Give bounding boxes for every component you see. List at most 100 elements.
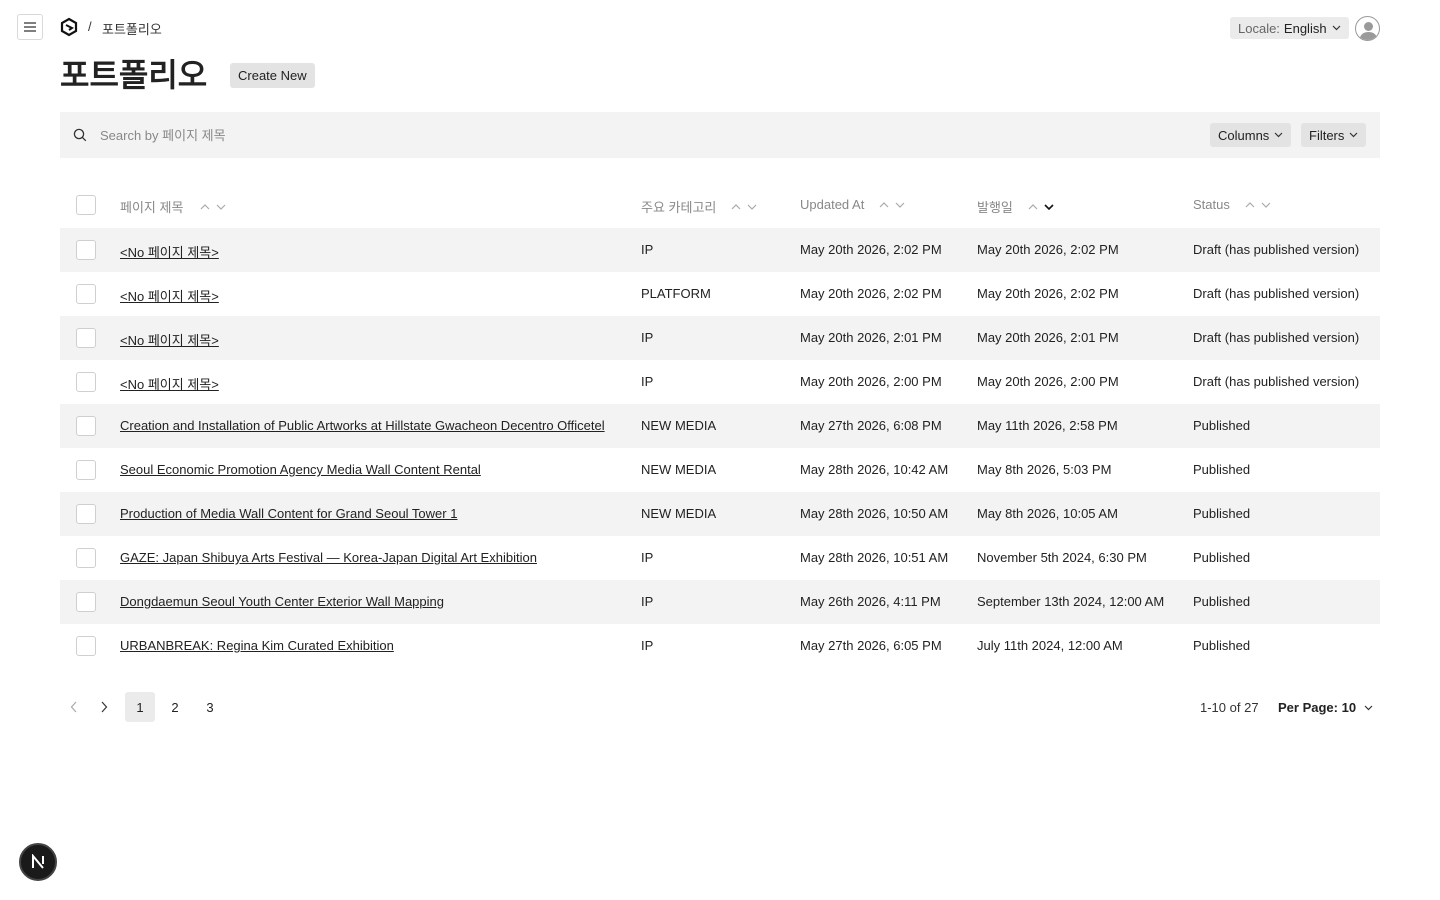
row-publish-date: May 20th 2026, 2:01 PM (977, 330, 1119, 345)
nextjs-logo-icon (32, 854, 44, 869)
page-button-1[interactable]: 1 (125, 692, 155, 722)
row-title-link[interactable]: URBANBREAK: Regina Kim Curated Exhibitio… (120, 638, 394, 653)
row-checkbox[interactable] (76, 284, 96, 304)
row-title-link[interactable]: <No 페이지 제목> (120, 286, 219, 305)
chevron-right-icon[interactable] (100, 701, 108, 713)
sort-ascending-icon[interactable] (1028, 203, 1038, 210)
table-row: Production of Media Wall Content for Gra… (60, 492, 1380, 536)
user-avatar[interactable] (1355, 16, 1380, 41)
page-button-2[interactable]: 2 (160, 692, 190, 722)
row-checkbox[interactable] (76, 372, 96, 392)
row-updated-at: May 28th 2026, 10:42 AM (800, 462, 949, 477)
row-checkbox[interactable] (76, 416, 96, 436)
table-header: 페이지 제목 주요 카테고리 Updated At 발행일 Status (60, 182, 1380, 228)
breadcrumb-current[interactable]: 포트폴리오 (102, 19, 162, 38)
select-all-checkbox[interactable] (76, 195, 96, 215)
nextjs-dev-badge[interactable] (19, 843, 57, 881)
page-title: 포트폴리오 (60, 56, 208, 94)
hamburger-menu-button[interactable] (17, 14, 43, 40)
create-new-button[interactable]: Create New (230, 63, 315, 88)
row-checkbox[interactable] (76, 636, 96, 656)
filters-button[interactable]: Filters (1301, 123, 1367, 147)
row-updated-at: May 20th 2026, 2:00 PM (800, 374, 942, 389)
table-row: GAZE: Japan Shibuya Arts Festival — Kore… (60, 536, 1380, 580)
sort-descending-active-icon[interactable] (1044, 203, 1054, 210)
chevron-down-icon (1349, 132, 1358, 138)
row-publish-date: May 8th 2026, 5:03 PM (977, 462, 1112, 477)
table-row: <No 페이지 제목> IP May 20th 2026, 2:00 PM Ma… (60, 360, 1380, 404)
row-checkbox[interactable] (76, 548, 96, 568)
hamburger-icon (24, 22, 36, 32)
top-bar: / 포트폴리오 Locale: English (0, 0, 1440, 56)
row-updated-at: May 28th 2026, 10:50 AM (800, 506, 949, 521)
row-publish-date: May 20th 2026, 2:02 PM (977, 242, 1119, 257)
row-title-link[interactable]: Production of Media Wall Content for Gra… (120, 506, 457, 521)
breadcrumb-separator: / (88, 19, 92, 34)
row-updated-at: May 27th 2026, 6:08 PM (800, 418, 942, 433)
sort-descending-icon[interactable] (895, 202, 905, 208)
row-title-link[interactable]: Creation and Installation of Public Artw… (120, 418, 605, 433)
collection-table: 페이지 제목 주요 카테고리 Updated At 발행일 Status <No… (60, 182, 1380, 668)
row-updated-at: May 20th 2026, 2:01 PM (800, 330, 942, 345)
columns-button[interactable]: Columns (1210, 123, 1292, 147)
row-status: Published (1193, 550, 1251, 565)
row-status: Published (1193, 506, 1251, 521)
sort-descending-icon[interactable] (747, 204, 757, 210)
row-status: Draft (has published version) (1193, 374, 1360, 389)
table-row: Dongdaemun Seoul Youth Center Exterior W… (60, 580, 1380, 624)
row-publish-date: September 13th 2024, 12:00 AM (977, 594, 1165, 609)
row-updated-at: May 20th 2026, 2:02 PM (800, 286, 942, 301)
table-row: URBANBREAK: Regina Kim Curated Exhibitio… (60, 624, 1380, 668)
row-category: IP (641, 330, 654, 345)
page-button-3[interactable]: 3 (195, 692, 225, 722)
row-category: IP (641, 594, 654, 609)
search-input[interactable] (100, 125, 1200, 145)
row-category: PLATFORM (641, 286, 711, 301)
row-title-link[interactable]: <No 페이지 제목> (120, 330, 219, 349)
row-publish-date: May 20th 2026, 2:02 PM (977, 286, 1119, 301)
search-bar: Columns Filters (60, 112, 1380, 158)
sort-ascending-icon[interactable] (1245, 201, 1255, 208)
row-publish-date: May 8th 2026, 10:05 AM (977, 506, 1118, 521)
row-status: Draft (has published version) (1193, 242, 1360, 257)
row-checkbox[interactable] (76, 592, 96, 612)
row-checkbox[interactable] (76, 504, 96, 524)
locale-label: Locale: (1238, 20, 1280, 36)
column-header-status: Status (1193, 197, 1271, 212)
sort-ascending-icon[interactable] (879, 201, 889, 208)
row-title-link[interactable]: Seoul Economic Promotion Agency Media Wa… (120, 462, 481, 477)
row-publish-date: November 5th 2024, 6:30 PM (977, 550, 1147, 565)
row-checkbox[interactable] (76, 328, 96, 348)
locale-selector[interactable]: Locale: English (1230, 17, 1349, 39)
user-silhouette-icon (1359, 22, 1378, 40)
row-title-link[interactable]: GAZE: Japan Shibuya Arts Festival — Kore… (120, 550, 537, 565)
sort-descending-icon[interactable] (216, 204, 226, 210)
table-row: <No 페이지 제목> PLATFORM May 20th 2026, 2:02… (60, 272, 1380, 316)
column-header-title: 페이지 제목 (120, 197, 226, 216)
pagination: 1 2 3 1-10 of 27 Per Page: 10 (60, 692, 1380, 722)
column-header-publish-date: 발행일 (977, 197, 1054, 216)
row-updated-at: May 26th 2026, 4:11 PM (800, 594, 941, 609)
table-row: Creation and Installation of Public Artw… (60, 404, 1380, 448)
chevron-down-icon (1274, 132, 1283, 138)
sort-descending-icon[interactable] (1261, 202, 1271, 208)
row-checkbox[interactable] (76, 240, 96, 260)
row-title-link[interactable]: Dongdaemun Seoul Youth Center Exterior W… (120, 594, 444, 609)
row-checkbox[interactable] (76, 460, 96, 480)
row-publish-date: July 11th 2024, 12:00 AM (977, 638, 1123, 653)
sort-ascending-icon[interactable] (731, 203, 741, 210)
row-category: IP (641, 374, 654, 389)
row-updated-at: May 28th 2026, 10:51 AM (800, 550, 949, 565)
page-count-text: 1-10 of 27 (1200, 700, 1259, 715)
row-title-link[interactable]: <No 페이지 제목> (120, 374, 219, 393)
app-logo-icon[interactable] (59, 17, 79, 37)
row-title-link[interactable]: <No 페이지 제목> (120, 242, 219, 261)
sort-ascending-icon[interactable] (200, 203, 210, 210)
row-updated-at: May 27th 2026, 6:05 PM (800, 638, 942, 653)
search-icon (73, 128, 87, 142)
table-row: <No 페이지 제목> IP May 20th 2026, 2:02 PM Ma… (60, 228, 1380, 272)
chevron-left-icon[interactable] (70, 701, 78, 713)
chevron-down-icon (1332, 25, 1340, 31)
per-page-selector[interactable]: Per Page: 10 (1278, 700, 1373, 715)
row-category: NEW MEDIA (641, 506, 717, 521)
